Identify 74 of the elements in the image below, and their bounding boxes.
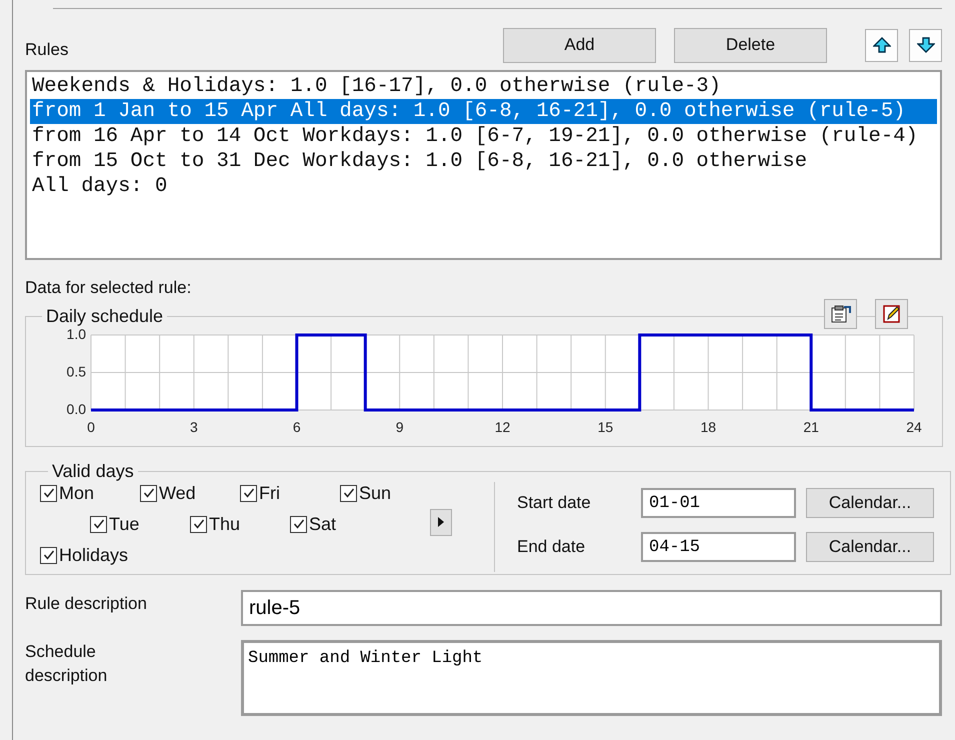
day-checkbox[interactable]: Fri bbox=[240, 478, 340, 508]
up-arrow-icon bbox=[872, 37, 890, 53]
date-label: End date bbox=[517, 537, 586, 557]
schedule-description-field[interactable]: Summer and Winter Light bbox=[241, 640, 942, 716]
edit-button[interactable] bbox=[875, 299, 908, 329]
day-label: Sun bbox=[359, 482, 392, 504]
next-button[interactable] bbox=[430, 508, 452, 536]
check-icon bbox=[92, 517, 106, 531]
checkbox[interactable] bbox=[290, 516, 307, 532]
checkbox[interactable] bbox=[40, 484, 57, 502]
x-tick-label: 18 bbox=[700, 419, 716, 435]
rules-label: Rules bbox=[25, 40, 68, 60]
day-checkbox[interactable]: Sun bbox=[340, 478, 440, 508]
checkbox[interactable] bbox=[190, 516, 207, 532]
y-tick-label: 0.5 bbox=[66, 364, 86, 380]
day-checkbox[interactable]: Sat bbox=[290, 508, 390, 540]
day-label: Wed bbox=[159, 482, 196, 504]
date-label: Start date bbox=[517, 493, 592, 513]
check-icon bbox=[42, 548, 56, 562]
calendar-button[interactable]: Calendar... bbox=[806, 488, 934, 518]
checkbox[interactable] bbox=[90, 516, 107, 532]
x-tick-label: 15 bbox=[598, 419, 614, 435]
calendar-button[interactable]: Calendar... bbox=[806, 532, 934, 562]
check-icon bbox=[142, 486, 156, 500]
rule-button[interactable]: Delete bbox=[674, 28, 827, 62]
down-arrow-icon bbox=[916, 37, 934, 53]
document-icon bbox=[830, 304, 852, 324]
rule-row[interactable]: Weekends & Holidays: 1.0 [16-17], 0.0 otherwise (rule-3) bbox=[30, 74, 937, 99]
rule-row[interactable]: from 1 Jan to 15 Apr All days: 1.0 [6-8, 16-21], 0.0 otherwise (rule-5) bbox=[30, 99, 937, 124]
checkbox[interactable] bbox=[240, 484, 257, 502]
day-label: Holidays bbox=[59, 544, 128, 566]
checkbox[interactable] bbox=[340, 484, 357, 502]
y-tick-label: 1.0 bbox=[66, 326, 86, 342]
x-tick-label: 0 bbox=[87, 419, 95, 435]
day-checkbox[interactable]: Wed bbox=[140, 478, 240, 508]
rule-row[interactable]: from 16 Apr to 14 Oct Workdays: 1.0 [6-7, 19-21], 0.0 otherwise (rule-4) bbox=[30, 124, 937, 149]
checkbox[interactable] bbox=[40, 546, 57, 564]
day-label: Thu bbox=[209, 514, 240, 534]
check-icon bbox=[192, 517, 206, 531]
checkbox[interactable] bbox=[140, 484, 157, 502]
field-label: Rule description bbox=[25, 593, 148, 614]
x-tick-label: 21 bbox=[803, 419, 819, 435]
day-label: Tue bbox=[109, 514, 140, 534]
day-label: Sat bbox=[309, 514, 336, 534]
day-label: Fri bbox=[259, 482, 280, 504]
day-checkbox[interactable]: Tue bbox=[90, 508, 190, 540]
x-tick-label: 12 bbox=[494, 419, 510, 435]
rule-row[interactable]: from 15 Oct to 31 Dec Workdays: 1.0 [6-8, 16-21], 0.0 otherwise bbox=[30, 149, 937, 174]
x-tick-label: 24 bbox=[906, 419, 922, 435]
section-label: Data for selected rule: bbox=[25, 278, 192, 298]
pencil-icon bbox=[882, 304, 902, 324]
move-down-button[interactable] bbox=[909, 28, 942, 62]
day-checkbox[interactable]: Thu bbox=[190, 508, 290, 540]
panel-title: Valid days bbox=[51, 461, 135, 482]
check-icon bbox=[42, 486, 56, 500]
day-label: Mon bbox=[59, 482, 94, 504]
check-icon bbox=[242, 486, 256, 500]
x-tick-label: 3 bbox=[190, 419, 198, 435]
rule-description-field[interactable]: rule-5 bbox=[241, 590, 942, 626]
y-tick-label: 0.0 bbox=[66, 401, 86, 417]
rule-button[interactable]: Add bbox=[503, 28, 656, 62]
day-checkbox[interactable]: Holidays bbox=[40, 540, 190, 570]
check-icon bbox=[292, 517, 306, 531]
panel-title: Daily schedule bbox=[45, 306, 164, 327]
move-up-button[interactable] bbox=[865, 28, 898, 62]
check-icon bbox=[342, 486, 356, 500]
field-label: Schedule description bbox=[25, 641, 108, 687]
x-tick-label: 9 bbox=[396, 419, 404, 435]
date-field[interactable]: 04-15 bbox=[641, 532, 796, 562]
x-tick-label: 6 bbox=[292, 419, 301, 435]
properties-button[interactable] bbox=[824, 299, 857, 329]
date-field[interactable]: 01-01 bbox=[641, 488, 796, 518]
rule-row[interactable]: All days: 0 bbox=[30, 174, 937, 199]
play-icon bbox=[437, 516, 445, 528]
